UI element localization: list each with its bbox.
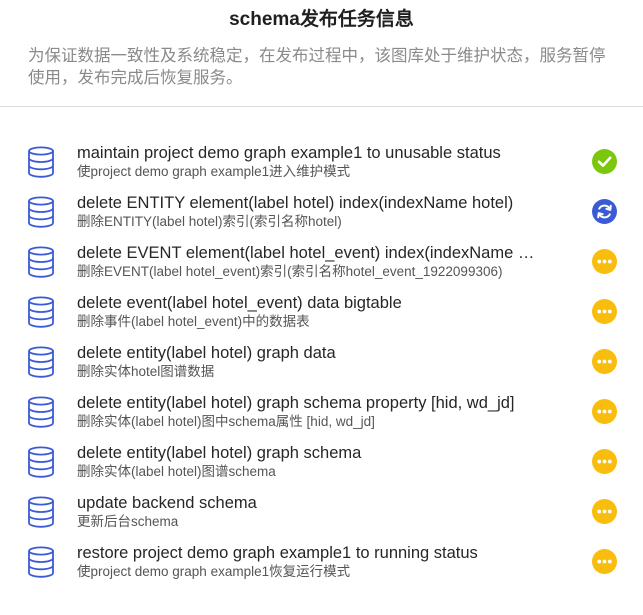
task-subtitle: 删除实体(label hotel)图谱schema <box>77 464 276 479</box>
task-item: delete entity(label hotel) graph schema 删… <box>0 437 643 487</box>
task-title: delete event(label hotel_event) data big… <box>77 294 402 312</box>
running-sync-icon <box>592 199 617 224</box>
task-title: delete ENTITY element(label hotel) index… <box>77 194 514 212</box>
task-title: delete EVENT element(label hotel_event) … <box>77 244 543 262</box>
database-icon <box>27 196 55 228</box>
task-subtitle: 使project demo graph example1进入维护模式 <box>77 164 351 179</box>
task-item: maintain project demo graph example1 to … <box>0 137 643 187</box>
task-subtitle: 删除实体hotel图谱数据 <box>77 364 215 379</box>
task-item: delete EVENT element(label hotel_event) … <box>0 237 643 287</box>
database-icon <box>27 446 55 478</box>
database-icon <box>27 546 55 578</box>
task-item: restore project demo graph example1 to r… <box>0 537 643 587</box>
task-title: delete entity(label hotel) graph schema <box>77 444 362 462</box>
pending-more-icon <box>592 549 617 574</box>
task-item: delete entity(label hotel) graph data 删除实… <box>0 337 643 387</box>
task-title: update backend schema <box>77 494 257 512</box>
task-title: restore project demo graph example1 to r… <box>77 544 478 562</box>
pending-more-icon <box>592 349 617 374</box>
dialog-title: schema发布任务信息 <box>229 9 414 30</box>
publish-task-dialog: schema发布任务信息 为保证数据一致性及系统稳定，在发布过程中，该图库处于维… <box>0 0 643 615</box>
database-icon <box>27 396 55 428</box>
task-subtitle: 删除实体(label hotel)图中schema属性 [hid, wd_jd] <box>77 414 375 429</box>
task-subtitle: 删除事件(label hotel_event)中的数据表 <box>77 314 310 329</box>
maintenance-notice: 为保证数据一致性及系统稳定，在发布过程中，该图库处于维护状态，服务暂停使用，发布… <box>28 47 606 87</box>
task-item: delete entity(label hotel) graph schema … <box>0 387 643 437</box>
database-icon <box>27 346 55 378</box>
divider <box>0 106 643 107</box>
task-title: maintain project demo graph example1 to … <box>77 144 501 162</box>
success-check-icon <box>592 149 617 174</box>
task-list: maintain project demo graph example1 to … <box>0 137 643 587</box>
pending-more-icon <box>592 399 617 424</box>
database-icon <box>27 146 55 178</box>
task-title: delete entity(label hotel) graph data <box>77 344 336 362</box>
pending-more-icon <box>592 299 617 324</box>
task-item: delete event(label hotel_event) data big… <box>0 287 643 337</box>
task-subtitle: 使project demo graph example1恢复运行模式 <box>77 564 351 579</box>
task-subtitle: 删除EVENT(label hotel_event)索引(索引名称hotel_e… <box>77 264 503 279</box>
pending-more-icon <box>592 449 617 474</box>
task-item: update backend schema 更新后台schema <box>0 487 643 537</box>
database-icon <box>27 246 55 278</box>
database-icon <box>27 296 55 328</box>
database-icon <box>27 496 55 528</box>
pending-more-icon <box>592 249 617 274</box>
task-item: delete ENTITY element(label hotel) index… <box>0 187 643 237</box>
task-subtitle: 删除ENTITY(label hotel)索引(索引名称hotel) <box>77 214 342 229</box>
task-title: delete entity(label hotel) graph schema … <box>77 394 515 412</box>
task-subtitle: 更新后台schema <box>77 514 179 529</box>
pending-more-icon <box>592 499 617 524</box>
